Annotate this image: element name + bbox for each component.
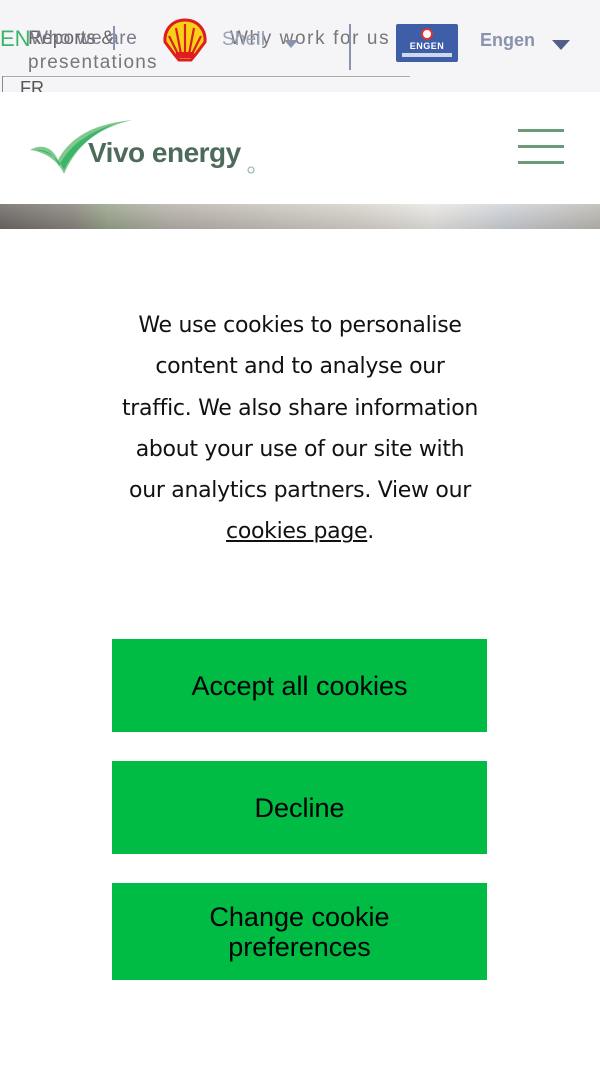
cookie-message-period: . <box>367 519 374 545</box>
divider <box>349 24 351 70</box>
nav-link-shell[interactable]: Shell <box>222 29 265 51</box>
divider <box>113 26 115 50</box>
menu-line <box>518 145 564 148</box>
change-cookie-preferences-button[interactable]: Change cookie preferences <box>112 883 487 980</box>
engen-logo-text: ENGEN <box>409 41 445 51</box>
engen-logo[interactable]: ENGEN <box>396 24 458 62</box>
hamburger-menu-icon[interactable] <box>518 129 564 165</box>
brand-name: Vivo energy <box>88 137 242 168</box>
cookie-message-text: We use cookies to personalise content an… <box>121 313 479 504</box>
menu-line <box>518 161 564 164</box>
brand-select[interactable]: Engen <box>480 30 535 51</box>
vivo-energy-logo[interactable]: Vivo energy <box>30 116 260 178</box>
engen-emblem-icon <box>421 28 433 40</box>
decline-cookies-button[interactable]: Decline <box>112 761 487 854</box>
nav-link-presentations[interactable]: presentations <box>28 52 158 74</box>
language-en[interactable]: EN <box>0 26 31 52</box>
cookies-page-link[interactable]: cookies page <box>226 519 368 544</box>
accept-all-cookies-button[interactable]: Accept all cookies <box>112 639 487 732</box>
engen-tagline-strip <box>402 53 452 57</box>
hero-image <box>0 204 600 229</box>
divider <box>2 76 3 92</box>
chevron-down-icon[interactable] <box>552 40 570 50</box>
divider <box>2 76 410 77</box>
nav-link-who-we-are[interactable]: Who we are <box>30 28 137 50</box>
cookie-consent-panel: We use cookies to personalise content an… <box>0 229 600 1065</box>
menu-line <box>518 129 564 132</box>
site-header: Vivo energy <box>0 92 600 204</box>
cookie-message: We use cookies to personalise content an… <box>120 305 480 553</box>
language-fr[interactable]: FR <box>20 78 44 92</box>
shell-logo-icon[interactable] <box>162 18 208 62</box>
top-utility-bar: EN Reports & Who we are presentations Wh… <box>0 0 600 92</box>
chevron-down-icon[interactable] <box>284 40 298 48</box>
